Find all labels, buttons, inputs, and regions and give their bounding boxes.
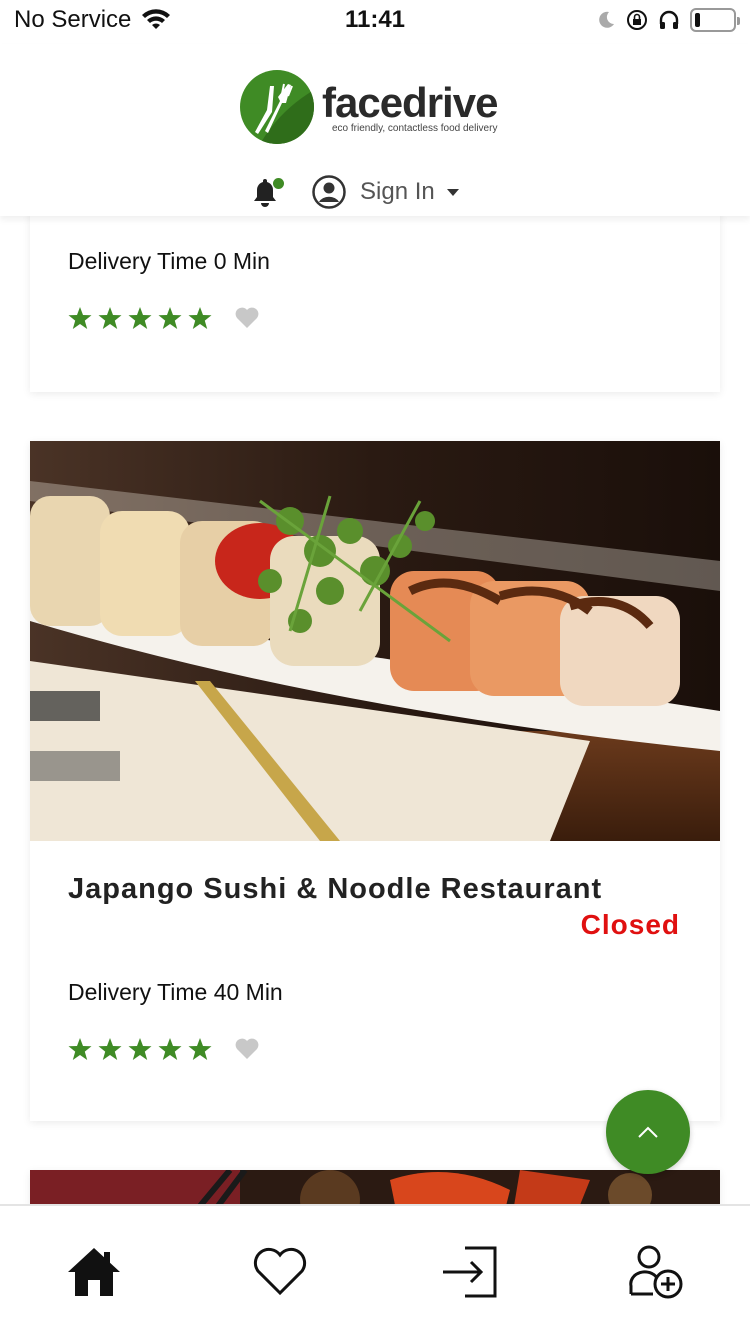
nav-favorites[interactable]: [250, 1242, 310, 1302]
restaurant-card[interactable]: Delivery Time 0 Min: [30, 200, 720, 392]
notification-dot: [273, 178, 284, 189]
star-icon: [188, 307, 212, 329]
heart-icon: [253, 1247, 307, 1296]
orientation-lock-icon: [627, 10, 647, 30]
app-header: facedrive eco friendly, contactless food…: [0, 44, 750, 216]
star-icon: [128, 1038, 152, 1060]
star-icon: [158, 307, 182, 329]
add-user-icon: [629, 1245, 683, 1299]
rating-stars: [68, 1037, 260, 1061]
star-icon: [68, 1038, 92, 1060]
nav-home[interactable]: [64, 1242, 124, 1302]
battery-level-fill: [695, 13, 700, 27]
nav-register[interactable]: [626, 1242, 686, 1302]
notification-bell-button[interactable]: [250, 176, 284, 208]
restaurant-photo: [30, 441, 720, 841]
chevron-up-icon: [638, 1126, 658, 1138]
delivery-time: Delivery Time 40 Min: [68, 979, 283, 1005]
brand-tagline: eco friendly, contactless food delivery: [331, 122, 498, 134]
scroll-to-top-button[interactable]: [606, 1090, 690, 1174]
star-icon: [98, 1038, 122, 1060]
moon-icon: [599, 11, 614, 28]
favorite-heart-icon[interactable]: [234, 306, 260, 330]
star-icon: [128, 307, 152, 329]
headphones-icon: [659, 10, 679, 29]
restaurant-card[interactable]: Japango Sushi & Noodle Restaurant Closed…: [30, 441, 720, 1121]
star-icon: [158, 1038, 182, 1060]
status-badge: Closed: [580, 909, 680, 940]
status-bar: No Service 11:41: [0, 0, 750, 44]
star-icon: [98, 307, 122, 329]
sign-in-icon: [443, 1246, 497, 1298]
fork-knife-icon: [240, 70, 314, 144]
chevron-down-icon[interactable]: [446, 188, 459, 196]
facedrive-logo[interactable]: facedrive eco friendly, contactless food…: [240, 70, 498, 144]
brand-name: facedrive: [322, 78, 498, 126]
favorite-heart-icon[interactable]: [234, 1037, 260, 1061]
delivery-time: Delivery Time 0 Min: [68, 248, 270, 274]
user-account-icon[interactable]: [312, 175, 346, 209]
rating-stars: [68, 306, 260, 330]
restaurant-name[interactable]: Japango Sushi & Noodle Restaurant: [68, 873, 602, 906]
sign-in-label[interactable]: Sign In: [360, 178, 435, 206]
star-icon: [188, 1038, 212, 1060]
bottom-navigation: [0, 1204, 750, 1334]
battery-icon: [690, 8, 740, 32]
nav-sign-in[interactable]: [440, 1242, 500, 1302]
home-icon: [68, 1248, 120, 1296]
star-icon: [68, 307, 92, 329]
